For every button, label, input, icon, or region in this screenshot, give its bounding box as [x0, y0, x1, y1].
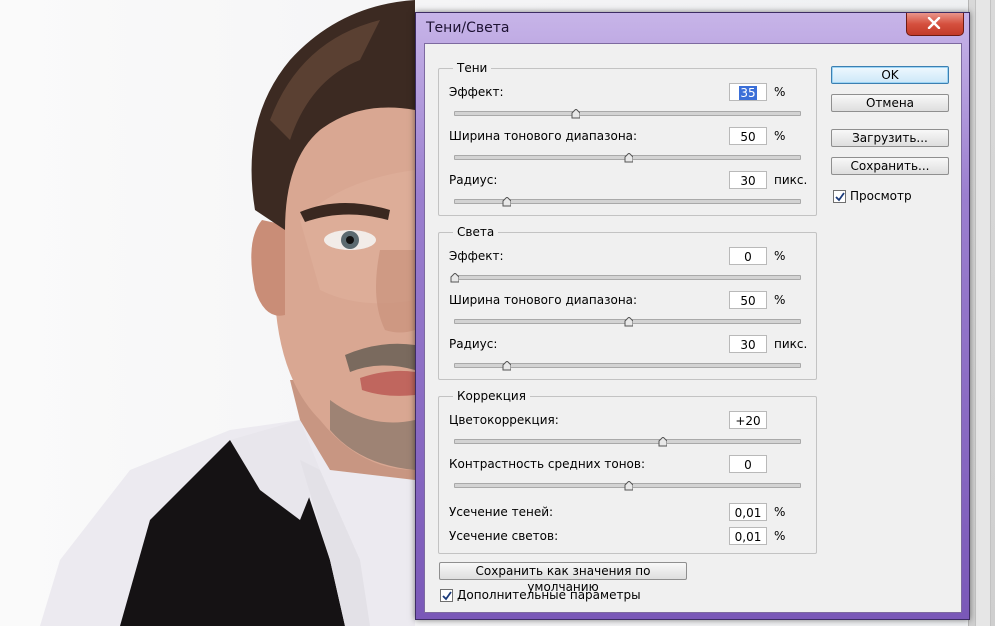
shadows-amount-label: Эффект:	[449, 85, 504, 99]
highlights-group: Света Эффект: 0 % Ширина тонового диапаз…	[438, 225, 817, 380]
highlights-amount-slider[interactable]	[454, 275, 801, 280]
load-button[interactable]: Загрузить...	[831, 129, 949, 147]
close-icon	[927, 17, 941, 29]
shadows-group-title: Тени	[453, 61, 492, 75]
color-correction-input[interactable]: +20	[729, 411, 767, 429]
shadows-radius-input[interactable]: 30	[729, 171, 767, 189]
ok-button[interactable]: OK	[831, 66, 949, 84]
highlights-amount-label: Эффект:	[449, 249, 504, 263]
title-bar[interactable]: Тени/Света	[416, 13, 969, 43]
color-correction-label: Цветокоррекция:	[449, 413, 559, 427]
highlights-tonal-width-input[interactable]: 50	[729, 291, 767, 309]
dialog-title: Тени/Света	[426, 20, 510, 36]
black-clip-label: Усечение теней:	[449, 505, 554, 519]
shadows-amount-slider[interactable]	[454, 111, 801, 116]
black-clip-input[interactable]: 0,01	[729, 503, 767, 521]
highlights-amount-thumb[interactable]	[450, 273, 459, 283]
more-options-checkbox[interactable]	[440, 589, 453, 602]
more-options-label: Дополнительные параметры	[457, 588, 641, 602]
color-correction-slider[interactable]	[454, 439, 801, 444]
black-clip-unit: %	[774, 505, 786, 519]
shadows-radius-thumb[interactable]	[502, 197, 511, 207]
midtone-contrast-input[interactable]: 0	[729, 455, 767, 473]
dialog-content: Тени Эффект: 35 % Ширина тонового диапаз…	[424, 43, 962, 613]
checkmark-icon	[442, 591, 452, 601]
checkmark-icon	[835, 192, 845, 202]
save-defaults-button[interactable]: Сохранить как значения по умолчанию	[439, 562, 687, 594]
midtone-contrast-thumb[interactable]	[624, 481, 633, 491]
shadows-tonal-width-thumb[interactable]	[624, 153, 633, 163]
highlights-radius-thumb[interactable]	[502, 361, 511, 371]
shadows-amount-input[interactable]: 35	[729, 83, 767, 101]
color-correction-thumb[interactable]	[658, 437, 667, 447]
shadows-radius-label: Радиус:	[449, 173, 498, 187]
highlights-tonal-width-unit: %	[774, 293, 786, 307]
shadows-highlights-dialog: Тени/Света Тени Эффект: 35 % Ширина тоно…	[415, 12, 970, 620]
shadows-tonal-width-input[interactable]: 50	[729, 127, 767, 145]
preview-label: Просмотр	[850, 189, 912, 203]
highlights-group-title: Света	[453, 225, 499, 239]
shadows-tonal-width-label: Ширина тонового диапазона:	[449, 129, 638, 143]
white-clip-label: Усечение светов:	[449, 529, 559, 543]
canvas-scroll-edge	[968, 0, 995, 626]
white-clip-input[interactable]: 0,01	[729, 527, 767, 545]
highlights-radius-unit: пикс.	[774, 337, 808, 351]
highlights-radius-label: Радиус:	[449, 337, 498, 351]
highlights-radius-input[interactable]: 30	[729, 335, 767, 353]
preview-checkbox[interactable]	[833, 190, 846, 203]
highlights-amount-input[interactable]: 0	[729, 247, 767, 265]
shadows-tonal-width-unit: %	[774, 129, 786, 143]
cancel-button[interactable]: Отмена	[831, 94, 949, 112]
shadows-amount-unit: %	[774, 85, 786, 99]
midtone-contrast-label: Контрастность средних тонов:	[449, 457, 646, 471]
shadows-amount-thumb[interactable]	[571, 109, 580, 119]
adjustments-group: Коррекция Цветокоррекция: +20 Контрастно…	[438, 389, 817, 554]
close-button[interactable]	[906, 13, 964, 36]
highlights-amount-unit: %	[774, 249, 786, 263]
save-button[interactable]: Сохранить...	[831, 157, 949, 175]
highlights-tonal-width-thumb[interactable]	[624, 317, 633, 327]
shadows-group: Тени Эффект: 35 % Ширина тонового диапаз…	[438, 61, 817, 216]
white-clip-unit: %	[774, 529, 786, 543]
adjustments-group-title: Коррекция	[453, 389, 530, 403]
shadows-radius-unit: пикс.	[774, 173, 808, 187]
highlights-tonal-width-label: Ширина тонового диапазона:	[449, 293, 638, 307]
